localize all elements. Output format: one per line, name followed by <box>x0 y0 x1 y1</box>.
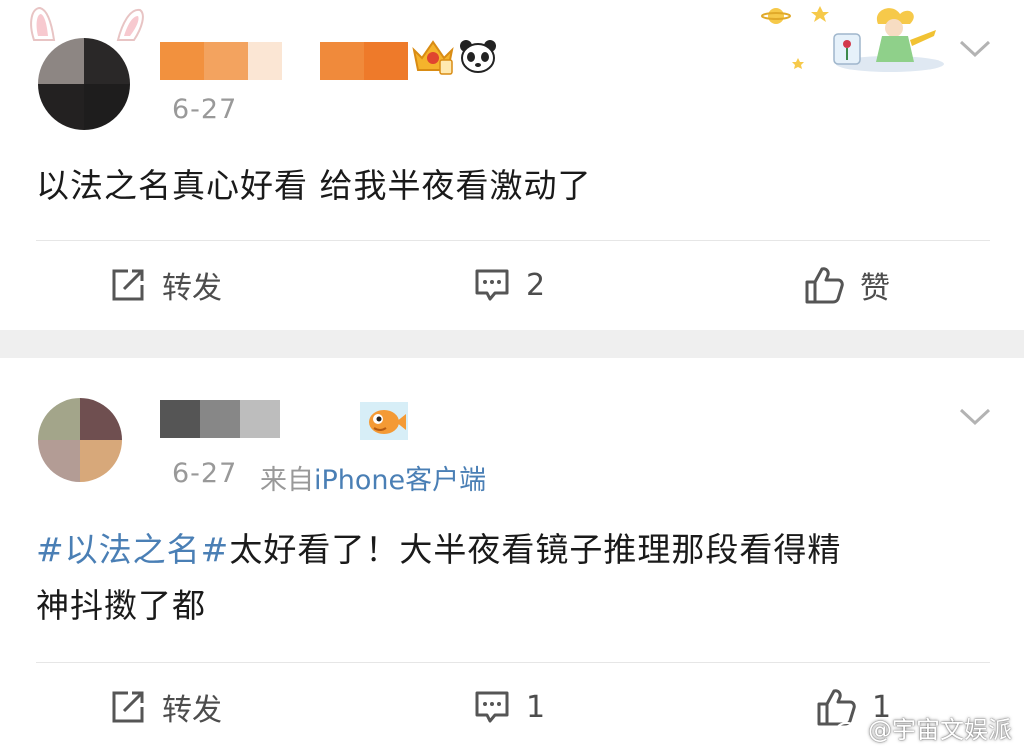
comment-button[interactable]: 1 <box>474 684 545 730</box>
chevron-down-icon[interactable] <box>958 406 992 428</box>
watermark: @宇宙文娱派 <box>834 710 1012 745</box>
like-button[interactable]: 赞 <box>804 262 890 308</box>
watermark-text: @宇宙文娱派 <box>868 716 1012 744</box>
like-icon <box>805 267 844 304</box>
post-text: #以法之名#太好看了！大半夜看镜子推理那段看得精 神抖擞了都 <box>36 522 841 634</box>
panda-icon <box>460 40 496 73</box>
post-card: 6-27 以法之名真心好看 给我半夜看激动了 转发 2 赞 <box>0 0 1024 330</box>
post-date: 6-27 <box>172 458 238 489</box>
repost-icon <box>112 269 144 301</box>
repost-button[interactable]: 转发 <box>110 684 222 730</box>
weibo-logo-icon <box>835 717 863 740</box>
chevron-down-icon[interactable] <box>958 38 992 60</box>
source-prefix: 来自 <box>260 465 314 496</box>
post-text-line1: 太好看了！大半夜看镜子推理那段看得精 <box>229 530 842 569</box>
comment-icon <box>475 269 509 301</box>
like-label: 赞 <box>860 271 890 306</box>
little-prince-decoration <box>761 6 944 72</box>
post-date: 6-27 <box>172 94 238 125</box>
comment-count: 1 <box>526 689 546 725</box>
repost-button[interactable]: 转发 <box>110 262 222 308</box>
post-card: 6-27 来自iPhone客户端 #以法之名#太好看了！大半夜看镜子推理那段看得… <box>0 358 1024 751</box>
avatar[interactable] <box>38 38 130 130</box>
crown-badge-icon <box>412 40 454 75</box>
comment-button[interactable]: 2 <box>474 262 545 308</box>
post-source: 来自iPhone客户端 <box>260 458 486 497</box>
username-blurred[interactable] <box>160 400 280 438</box>
feed-separator <box>0 330 1024 358</box>
repost-label: 转发 <box>162 693 222 728</box>
repost-label: 转发 <box>162 271 222 306</box>
comment-icon <box>475 691 509 723</box>
comment-count: 2 <box>526 267 546 303</box>
username-blurred[interactable] <box>160 42 408 80</box>
divider <box>36 240 990 241</box>
source-device-link[interactable]: iPhone客户端 <box>314 465 486 496</box>
post-text: 以法之名真心好看 给我半夜看激动了 <box>36 166 592 205</box>
hashtag-link[interactable]: #以法之名# <box>36 530 229 569</box>
post-text-line2: 神抖擞了都 <box>36 586 206 625</box>
divider <box>36 662 990 663</box>
fish-icon <box>360 402 408 440</box>
repost-icon <box>112 691 144 723</box>
avatar[interactable] <box>38 398 122 482</box>
